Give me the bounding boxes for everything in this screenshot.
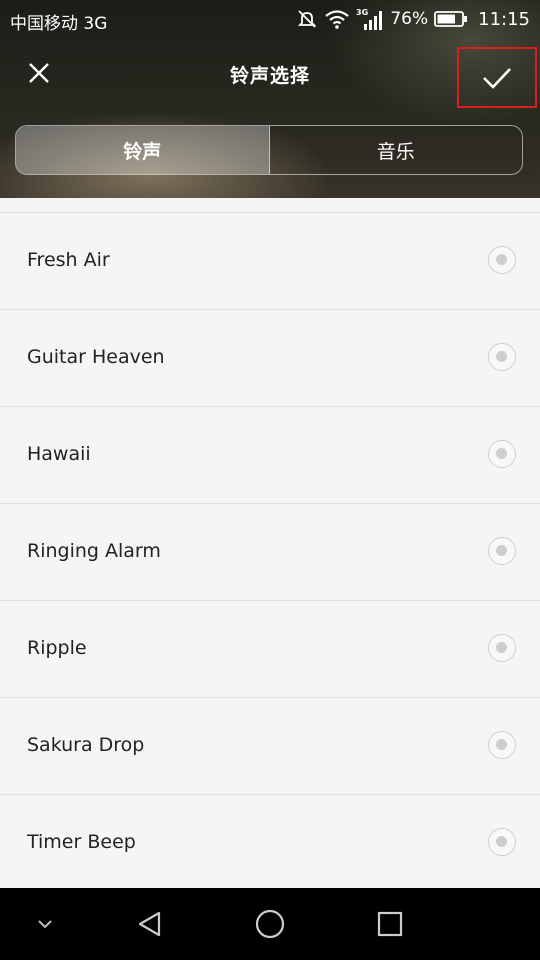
home-button[interactable] bbox=[240, 888, 300, 960]
radio-dot bbox=[496, 545, 507, 556]
home-icon bbox=[255, 909, 285, 939]
list-item[interactable]: Sakura Drop bbox=[0, 698, 540, 795]
radio-button[interactable] bbox=[488, 440, 516, 468]
wifi-icon bbox=[324, 9, 350, 29]
list-item[interactable]: Ringing Alarm bbox=[0, 504, 540, 601]
ringtone-name: Fresh Air bbox=[27, 249, 110, 271]
radio-dot bbox=[496, 642, 507, 653]
ringtone-list: Fresh Air Guitar Heaven Hawaii Ringing A… bbox=[0, 198, 540, 888]
clock: 11:15 bbox=[478, 8, 530, 30]
tab-music[interactable]: 音乐 bbox=[270, 126, 523, 174]
list-item[interactable]: Guitar Heaven bbox=[0, 310, 540, 407]
radio-button[interactable] bbox=[488, 634, 516, 662]
radio-dot bbox=[496, 351, 507, 362]
network-tag: 3G bbox=[356, 8, 368, 17]
radio-button[interactable] bbox=[488, 537, 516, 565]
list-item[interactable]: Ripple bbox=[0, 601, 540, 698]
list-item[interactable]: Timer Beep bbox=[0, 795, 540, 888]
tab-bar: 铃声 音乐 bbox=[15, 125, 523, 175]
ringtone-name: Ripple bbox=[27, 637, 87, 659]
radio-dot bbox=[496, 739, 507, 750]
status-bar: 中国移动 3G 3G 76% 11:15 bbox=[0, 0, 540, 38]
ringtone-name: Sakura Drop bbox=[27, 734, 145, 756]
ringtone-name: Guitar Heaven bbox=[27, 346, 165, 368]
navigation-bar bbox=[0, 888, 540, 960]
radio-dot bbox=[496, 448, 507, 459]
recents-button[interactable] bbox=[360, 888, 420, 960]
radio-button[interactable] bbox=[488, 828, 516, 856]
battery-icon bbox=[434, 10, 468, 28]
mute-icon bbox=[296, 8, 318, 30]
radio-dot bbox=[496, 254, 507, 265]
ringtone-name: Hawaii bbox=[27, 443, 91, 465]
list-item[interactable]: Fresh Air bbox=[0, 213, 540, 310]
radio-dot bbox=[496, 836, 507, 847]
hide-keyboard-button[interactable] bbox=[20, 888, 70, 960]
back-icon bbox=[138, 911, 161, 937]
signal-icon: 3G bbox=[356, 7, 384, 31]
check-icon bbox=[483, 67, 511, 89]
carrier-label: 中国移动 3G bbox=[10, 14, 108, 34]
radio-button[interactable] bbox=[488, 731, 516, 759]
battery-percent: 76% bbox=[390, 9, 429, 29]
radio-button[interactable] bbox=[488, 343, 516, 371]
confirm-button[interactable] bbox=[457, 47, 537, 108]
ringtone-name: Timer Beep bbox=[27, 831, 136, 853]
radio-button[interactable] bbox=[488, 246, 516, 274]
recents-icon bbox=[377, 911, 403, 937]
back-button[interactable] bbox=[120, 888, 180, 960]
tab-ringtones[interactable]: 铃声 bbox=[16, 126, 270, 174]
status-icons: 3G 76% 11:15 bbox=[296, 7, 530, 31]
list-partial-row bbox=[0, 198, 540, 213]
header: 中国移动 3G 3G 76% 11:15 铃声选择 铃声 音乐 bbox=[0, 0, 540, 198]
list-item[interactable]: Hawaii bbox=[0, 407, 540, 504]
hide-keyboard-icon bbox=[38, 920, 52, 929]
ringtone-name: Ringing Alarm bbox=[27, 540, 161, 562]
app-bar: 铃声选择 bbox=[0, 38, 540, 110]
